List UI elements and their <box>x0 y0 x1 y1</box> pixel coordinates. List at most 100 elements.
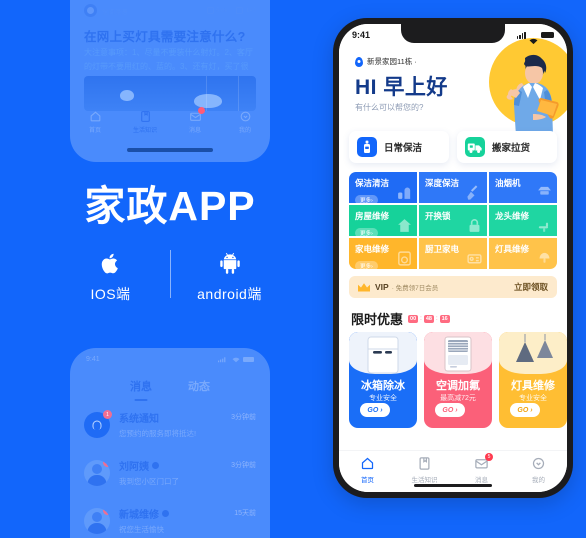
location-text: 新景家园11栋 · <box>367 57 417 66</box>
service-more-badge[interactable]: 更多› <box>355 261 378 269</box>
promo-section-header: 限时优惠 00 : 48 : 16 <box>351 309 450 328</box>
home-indicator <box>414 483 492 487</box>
ghost-tab-profile[interactable]: 我的 <box>220 110 270 134</box>
unread-badge <box>197 107 205 114</box>
tab-home[interactable]: 首页 <box>339 456 396 484</box>
countdown-separator: : <box>420 315 422 322</box>
quick-action-moving[interactable]: 搬家拉货 <box>457 131 557 163</box>
person-icon: 2 <box>84 508 110 534</box>
tab-profile[interactable]: 我的 <box>510 456 567 484</box>
notch <box>401 24 505 43</box>
avatar <box>84 4 97 17</box>
service-cell-cleaning[interactable]: 保洁清洁 更多› <box>349 172 417 203</box>
greeting-subtitle: 有什么可以帮您的? <box>355 103 424 112</box>
unread-badge: 1 <box>103 410 112 419</box>
promo-card-list: 冰箱除冰 专业安全 GO › 空调加氟 最高减72元 GO › 灯具维修 专业安… <box>349 332 567 428</box>
message-preview: 您预约的服务即将抵达! <box>119 429 197 438</box>
comment-icon <box>236 7 244 14</box>
poster-title: 家政APP <box>84 183 256 229</box>
quick-actions: 日常保洁 搬家拉货 <box>349 131 557 163</box>
vip-claim-button[interactable]: 立即领取 <box>514 281 548 293</box>
service-label: 保洁清洁 <box>355 178 390 188</box>
tab-label: 我的 <box>532 477 545 484</box>
home-indicator <box>127 148 213 152</box>
promo-go-button[interactable]: GO › <box>435 403 465 417</box>
service-label: 龙头维修 <box>495 211 530 221</box>
article-author-name: 爱间家居 <box>102 8 128 16</box>
tab-messages[interactable]: 消息 <box>130 378 152 394</box>
tab-knowledge[interactable]: 生活知识 <box>396 456 453 484</box>
service-cell-range-hood[interactable]: 油烟机 <box>489 172 557 203</box>
promo-card-ac[interactable]: 空调加氟 最高减72元 GO › <box>424 332 492 428</box>
quick-action-label: 搬家拉货 <box>492 143 531 154</box>
vip-label: VIP <box>375 282 389 292</box>
service-cell-deep-cleaning[interactable]: 深度保洁 <box>419 172 487 203</box>
list-item[interactable]: 2 新城维修 祝您生活愉快 15天前 <box>84 506 256 538</box>
verified-icon <box>152 462 159 469</box>
service-more-badge[interactable]: 更多› <box>355 195 378 203</box>
quick-action-label: 日常保洁 <box>384 143 423 154</box>
promo-card-lamp[interactable]: 灯具维修 专业安全 GO › <box>499 332 567 428</box>
promo-title: 冰箱除冰 <box>361 380 405 392</box>
service-label: 家电维修 <box>355 244 390 254</box>
service-grid: 保洁清洁 更多› 深度保洁 油烟机 房屋维修 更多› 开换锁 龙头维修 家电维修… <box>349 172 557 269</box>
comment-count: 149 <box>245 7 256 14</box>
message-sender: 新城维修 <box>119 506 234 521</box>
message-preview: 祝您生活愉快 <box>119 525 164 534</box>
ghost-tab-messages[interactable]: 消息 <box>170 107 220 134</box>
vip-banner[interactable]: VIP · 免费领7日会员 立即领取 <box>349 276 557 298</box>
promo-go-button[interactable]: GO › <box>360 403 390 417</box>
countdown-seconds: 16 <box>439 314 450 323</box>
message-sender: 系统通知 <box>119 414 159 425</box>
status-time: 9:41 <box>352 30 371 40</box>
quick-action-daily-cleaning[interactable]: 日常保洁 <box>349 131 449 163</box>
status-time: 9:41 <box>86 356 100 363</box>
ghost-tab-home[interactable]: 首页 <box>70 110 120 134</box>
message-list: 1 系统通知 您预约的服务即将抵达! 3分钟前 2 刘阿姨 我到您小区门口了 3… <box>84 410 256 538</box>
article-author-row: 爱间家居 5.6k 149 <box>84 4 256 17</box>
ghost-message-tabs: 消息 动态 <box>70 372 270 400</box>
service-cell-appliance-repair[interactable]: 家电维修 更多› <box>349 238 417 269</box>
countdown-minutes: 48 <box>423 314 434 323</box>
location-row[interactable]: 新景家园11栋 · <box>355 56 417 67</box>
greeting-title: HI 早上好 <box>355 76 448 99</box>
wifi-icon <box>529 32 538 44</box>
profile-icon <box>531 456 546 471</box>
status-icons <box>218 356 254 363</box>
service-cell-kitchen-appliance[interactable]: 厨卫家电 <box>419 238 487 269</box>
tab-activity[interactable]: 动态 <box>188 378 210 394</box>
ghost-tab-label: 消息 <box>188 128 201 134</box>
promo-go-button[interactable]: GO › <box>510 403 540 417</box>
message-preview: 我到您小区门口了 <box>119 477 179 486</box>
promo-title: 空调加氟 <box>436 380 480 392</box>
service-cell-faucet[interactable]: 龙头维修 <box>489 205 557 236</box>
air-conditioner-icon <box>444 336 472 372</box>
home-icon <box>360 456 375 471</box>
article-title: 在网上买灯具需要注意什么? <box>84 30 246 44</box>
verified-icon <box>162 510 169 517</box>
section-title: 限时优惠 <box>351 312 404 327</box>
promo-subtitle: 专业安全 <box>519 395 547 402</box>
location-pin-icon <box>355 56 363 67</box>
service-more-badge[interactable]: 更多› <box>355 228 378 236</box>
list-item[interactable]: 1 系统通知 您预约的服务即将抵达! 3分钟前 <box>84 410 256 458</box>
like-count: 5.6k <box>216 7 228 14</box>
ghost-phone-article: 爱间家居 5.6k 149 在网上买灯具需要注意什么? 大注意事项：1、尽量不要… <box>70 0 270 162</box>
tab-messages[interactable]: 5 消息 <box>453 453 510 484</box>
countdown-hours: 00 <box>408 314 419 323</box>
service-label: 厨卫家电 <box>425 244 460 254</box>
service-cell-house-repair[interactable]: 房屋维修 更多› <box>349 205 417 236</box>
promo-subtitle: 专业安全 <box>369 395 397 402</box>
promo-card-fridge[interactable]: 冰箱除冰 专业安全 GO › <box>349 332 417 428</box>
phone-mockup-home: 9:41 新景家园11栋 · HI 早上好 有什么可以帮您的? 日常保洁 搬家拉… <box>333 18 573 498</box>
ghost-phone-messages: 9:41 消息 动态 1 系统通知 您预约的服务即将抵达! 3分钟前 2 刘阿姨… <box>70 348 270 538</box>
platform-name: android端 <box>197 286 262 302</box>
list-item[interactable]: 2 刘阿姨 我到您小区门口了 3分钟前 <box>84 458 256 506</box>
service-cell-lock[interactable]: 开换锁 <box>419 205 487 236</box>
unread-badge: 2 <box>103 460 110 467</box>
platform-ios: IOS端 <box>52 246 170 304</box>
message-time: 3分钟前 <box>231 414 256 421</box>
ghost-tab-knowledge[interactable]: 生活知识 <box>120 110 170 134</box>
poster-title-block: 家政APP <box>0 182 340 230</box>
service-cell-lamp-repair[interactable]: 灯具维修 <box>489 238 557 269</box>
